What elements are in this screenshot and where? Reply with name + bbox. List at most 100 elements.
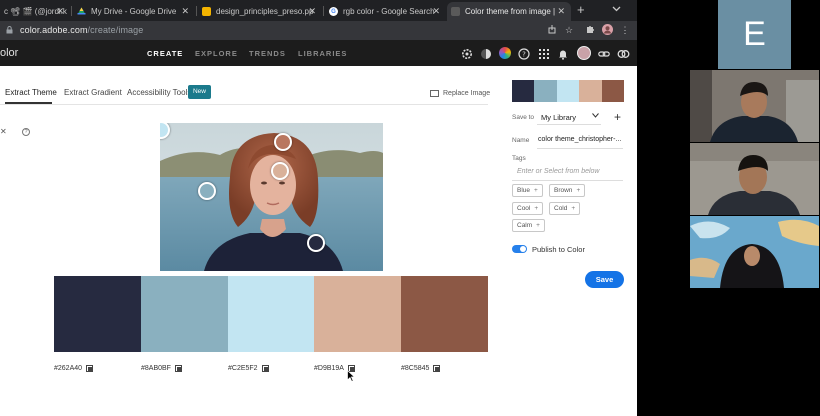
- link-icon[interactable]: [598, 47, 610, 59]
- browser-menu-icon[interactable]: ⋮: [619, 24, 631, 36]
- tag-blue[interactable]: Blue +: [512, 184, 543, 197]
- copy-icon[interactable]: [86, 365, 94, 372]
- divider: [512, 180, 623, 181]
- save-button[interactable]: Save: [585, 271, 624, 288]
- nav-libraries[interactable]: LIBRARIES: [298, 49, 347, 58]
- profile-avatar[interactable]: [601, 24, 613, 36]
- copy-icon[interactable]: [174, 365, 182, 372]
- source-photo[interactable]: [160, 123, 383, 271]
- preview-swatch: [579, 80, 602, 102]
- divider: [537, 148, 623, 149]
- theme-preview: [512, 80, 625, 102]
- tab-extract-theme[interactable]: Extract Theme: [5, 88, 57, 97]
- extensions-icon[interactable]: [584, 24, 596, 36]
- library-select[interactable]: My Library: [541, 113, 576, 122]
- close-icon[interactable]: ✕: [0, 127, 7, 136]
- hex-label: #8C5845: [401, 365, 430, 372]
- tab-extract-gradient[interactable]: Extract Gradient: [64, 88, 122, 97]
- preview-swatch: [556, 80, 580, 102]
- hex-value-3: #C2E5F2: [228, 365, 269, 372]
- google-g-icon: G: [329, 7, 338, 16]
- tab-separator: [196, 6, 197, 16]
- close-tab-icon[interactable]: ✕: [308, 6, 316, 17]
- notifications-bell-icon[interactable]: [557, 47, 569, 60]
- replace-image-label: Replace Image: [443, 90, 491, 97]
- preview-swatch: [534, 80, 557, 102]
- nav-explore[interactable]: EXPLORE: [195, 49, 238, 58]
- add-tag-icon: +: [534, 205, 539, 212]
- tab-adobe-color[interactable]: Color theme from image | Ad ✕: [447, 2, 571, 21]
- apps-grid-icon[interactable]: [538, 47, 550, 59]
- color-picker-handle[interactable]: [307, 234, 325, 252]
- color-wheel-icon[interactable]: [499, 47, 511, 59]
- color-picker-handle[interactable]: [271, 162, 289, 180]
- hex-value-5: #8C5845: [401, 365, 441, 372]
- tag-cold[interactable]: Cold +: [549, 202, 581, 215]
- swatch-5[interactable]: [401, 276, 488, 352]
- hex-value-2: #8AB0BF: [141, 365, 182, 372]
- palette-swatches: [54, 276, 488, 352]
- tag-calm[interactable]: Calm +: [512, 219, 545, 232]
- copy-icon[interactable]: [261, 365, 269, 372]
- swatch-1[interactable]: [54, 276, 141, 352]
- share-icon[interactable]: [546, 24, 558, 36]
- participant-illustration: [690, 216, 819, 288]
- tab-search-icon[interactable]: [612, 4, 621, 14]
- swatch-3[interactable]: [227, 276, 315, 352]
- hex-value-1: #262A40: [54, 365, 94, 372]
- url-field[interactable]: color.adobe.com/create/image: [20, 25, 143, 35]
- nav-trends[interactable]: TRENDS: [249, 49, 286, 58]
- star-icon[interactable]: ☆: [563, 24, 575, 36]
- swatch-2[interactable]: [140, 276, 228, 352]
- gear-icon[interactable]: [461, 47, 473, 59]
- tag-brown[interactable]: Brown +: [549, 184, 586, 197]
- participant-video-3: [690, 216, 819, 288]
- user-avatar[interactable]: [577, 46, 591, 60]
- creative-cloud-icon[interactable]: [617, 47, 630, 59]
- info-icon[interactable]: ?: [22, 128, 30, 136]
- close-tab-icon[interactable]: ✕: [432, 6, 440, 17]
- new-tab-icon[interactable]: +: [577, 2, 585, 17]
- participant-video-2: [690, 143, 819, 215]
- add-tag-icon: +: [571, 205, 576, 212]
- participant-video-1: [690, 70, 819, 142]
- help-icon[interactable]: ?: [518, 47, 530, 60]
- tab-google-drive[interactable]: My Drive - Google Drive ✕: [73, 2, 195, 21]
- chevron-down-icon[interactable]: [592, 113, 599, 120]
- tag-label: Cool: [517, 205, 531, 212]
- publish-toggle[interactable]: [512, 245, 527, 253]
- image-icon: [430, 90, 439, 97]
- swatch-4[interactable]: [314, 276, 402, 352]
- contrast-icon[interactable]: [480, 47, 492, 59]
- tags-input[interactable]: Enter or Select from below: [517, 168, 599, 175]
- hex-label: #C2E5F2: [228, 365, 258, 372]
- theme-name-input[interactable]: color theme_christopher-...: [538, 136, 621, 143]
- replace-image-button[interactable]: Replace Image: [430, 90, 490, 97]
- preview-swatch: [512, 80, 535, 102]
- close-tab-icon[interactable]: ✕: [56, 6, 64, 17]
- save-to-label: Save to: [512, 114, 535, 121]
- add-library-icon[interactable]: +: [614, 110, 621, 124]
- tab-instagram[interactable]: c 📽 🎬 (@jordi.k ✕: [0, 2, 70, 21]
- color-picker-handle[interactable]: [274, 133, 292, 151]
- close-tab-icon[interactable]: ✕: [557, 6, 565, 17]
- portrait-illustration: [160, 123, 383, 271]
- color-picker-handle[interactable]: [198, 182, 216, 200]
- mouse-cursor-icon: [347, 370, 355, 382]
- tab-accessibility-tools[interactable]: Accessibility Tools: [127, 88, 191, 97]
- tab-title: rgb color - Google Search: [343, 7, 435, 16]
- tab-strip: c 📽 🎬 (@jordi.k ✕ My Drive - Google Driv…: [0, 0, 637, 21]
- divider: [0, 104, 488, 105]
- tag-cool[interactable]: Cool +: [512, 202, 544, 215]
- nav-create[interactable]: CREATE: [147, 49, 183, 58]
- add-tag-icon: +: [536, 222, 540, 229]
- app-name[interactable]: olor: [0, 47, 18, 59]
- add-tag-icon: +: [576, 187, 581, 194]
- close-tab-icon[interactable]: ✕: [181, 6, 189, 17]
- tab-slides[interactable]: design_principles_preso.ppt ✕: [198, 2, 322, 21]
- tab-google-search[interactable]: G rgb color - Google Search ✕: [325, 2, 446, 21]
- screen: c 📽 🎬 (@jordi.k ✕ My Drive - Google Driv…: [0, 0, 820, 416]
- tab-title: My Drive - Google Drive: [91, 7, 177, 16]
- hex-label: #262A40: [54, 365, 83, 372]
- copy-icon[interactable]: [433, 365, 441, 372]
